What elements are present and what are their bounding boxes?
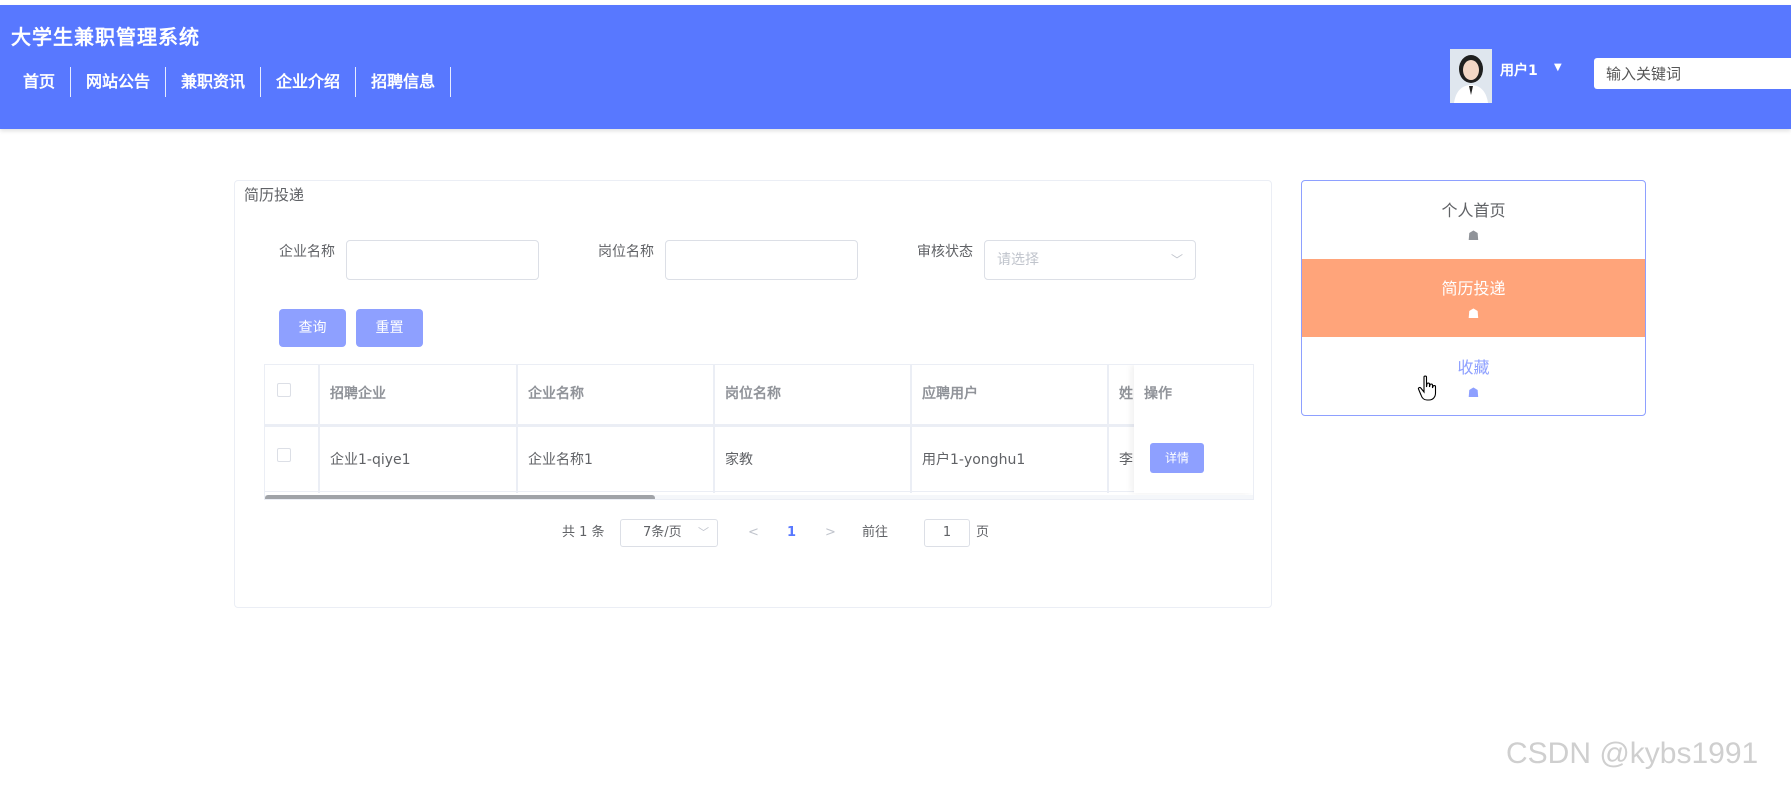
menu-item-label: 简历投递 bbox=[1441, 279, 1506, 298]
column-header[interactable]: 企业名称 bbox=[518, 365, 715, 425]
nav-item-companies[interactable]: 企业介绍 bbox=[261, 67, 357, 97]
caret-down-icon[interactable]: ▼ bbox=[1554, 62, 1562, 73]
side-menu-item-resume[interactable]: 简历投递 ☗ bbox=[1302, 259, 1645, 337]
column-header: 操作 bbox=[1144, 386, 1172, 402]
prev-page-icon[interactable]: < bbox=[748, 519, 759, 547]
pagination-total: 共 1 条 bbox=[562, 525, 605, 540]
row-checkbox[interactable] bbox=[277, 448, 291, 462]
page-size-value: 7条/页 bbox=[643, 525, 682, 540]
username[interactable]: 用户1 bbox=[1500, 60, 1538, 80]
avatar-image bbox=[1450, 49, 1492, 103]
home-icon: ☗ bbox=[1467, 307, 1480, 322]
table-cell: 家教 bbox=[715, 427, 912, 493]
side-menu-item-favorites[interactable]: 收藏 ☗ bbox=[1302, 338, 1645, 415]
side-menu: 个人首页 ☗ 简历投递 ☗ 收藏 ☗ bbox=[1301, 180, 1646, 416]
row-divider bbox=[265, 491, 1253, 492]
hand-cursor-icon bbox=[1417, 375, 1437, 401]
page-suffix: 页 bbox=[976, 525, 990, 540]
status-placeholder: 请选择 bbox=[997, 252, 1039, 268]
goto-page-input[interactable]: 1 bbox=[924, 519, 970, 547]
chevron-down-icon: ﹀ bbox=[1170, 253, 1183, 267]
table-cell: 用户1-yonghu1 bbox=[912, 427, 1109, 493]
nav-item-home[interactable]: 首页 bbox=[8, 67, 72, 97]
query-button[interactable]: 查询 bbox=[279, 309, 346, 347]
search-input[interactable] bbox=[1594, 58, 1791, 89]
position-name-label: 岗位名称 bbox=[598, 244, 654, 260]
column-header[interactable]: 应聘用户 bbox=[912, 365, 1109, 425]
resume-panel: 简历投递 企业名称 岗位名称 审核状态 请选择 ﹀ 查询 重置 招聘企业 企业名… bbox=[234, 180, 1272, 608]
company-name-label: 企业名称 bbox=[279, 244, 335, 260]
page-number-current[interactable]: 1 bbox=[787, 519, 796, 547]
status-select[interactable]: 请选择 ﹀ bbox=[984, 240, 1196, 280]
company-name-input[interactable] bbox=[346, 240, 539, 280]
reset-button[interactable]: 重置 bbox=[356, 309, 423, 347]
page-size-select[interactable]: 7条/页 ﹀ bbox=[620, 519, 718, 547]
home-icon: ☗ bbox=[1467, 229, 1480, 244]
avatar[interactable] bbox=[1450, 49, 1492, 103]
header-select-cell bbox=[265, 365, 320, 425]
select-all-checkbox[interactable] bbox=[277, 383, 291, 397]
column-header[interactable]: 岗位名称 bbox=[715, 365, 912, 425]
menu-item-label: 个人首页 bbox=[1441, 201, 1506, 220]
panel-title: 简历投递 bbox=[244, 186, 305, 204]
status-label: 审核状态 bbox=[917, 244, 973, 260]
column-header[interactable]: 招聘企业 bbox=[320, 365, 518, 425]
side-menu-item-profile[interactable]: 个人首页 ☗ bbox=[1302, 181, 1645, 259]
resume-table: 招聘企业 企业名称 岗位名称 应聘用户 姓 企业1-qiye1 企业名称1 家教… bbox=[264, 364, 1254, 500]
watermark: CSDN @kybs1991 bbox=[1506, 737, 1759, 770]
site-title: 大学生兼职管理系统 bbox=[11, 25, 200, 49]
menu-item-label: 收藏 bbox=[1457, 358, 1490, 377]
detail-button[interactable]: 详情 bbox=[1150, 443, 1204, 473]
position-name-input[interactable] bbox=[665, 240, 858, 280]
table-row-select-cell bbox=[265, 427, 320, 493]
next-page-icon[interactable]: > bbox=[825, 519, 836, 547]
table-cell: 企业1-qiye1 bbox=[320, 427, 518, 493]
nav-item-news[interactable]: 兼职资讯 bbox=[166, 67, 262, 97]
goto-label: 前往 bbox=[862, 525, 889, 540]
operation-column: 操作 详情 bbox=[1134, 365, 1253, 493]
nav-item-announcements[interactable]: 网站公告 bbox=[71, 67, 167, 97]
home-icon: ☗ bbox=[1467, 386, 1480, 401]
nav-item-jobs[interactable]: 招聘信息 bbox=[356, 67, 452, 97]
scrollbar-thumb[interactable] bbox=[265, 495, 655, 499]
top-header: 大学生兼职管理系统 首页 网站公告 兼职资讯 企业介绍 招聘信息 用户1 ▼ bbox=[0, 5, 1791, 129]
table-cell: 企业名称1 bbox=[518, 427, 715, 493]
chevron-down-icon: ﹀ bbox=[698, 526, 709, 539]
main-nav: 首页 网站公告 兼职资讯 企业介绍 招聘信息 bbox=[8, 65, 452, 99]
